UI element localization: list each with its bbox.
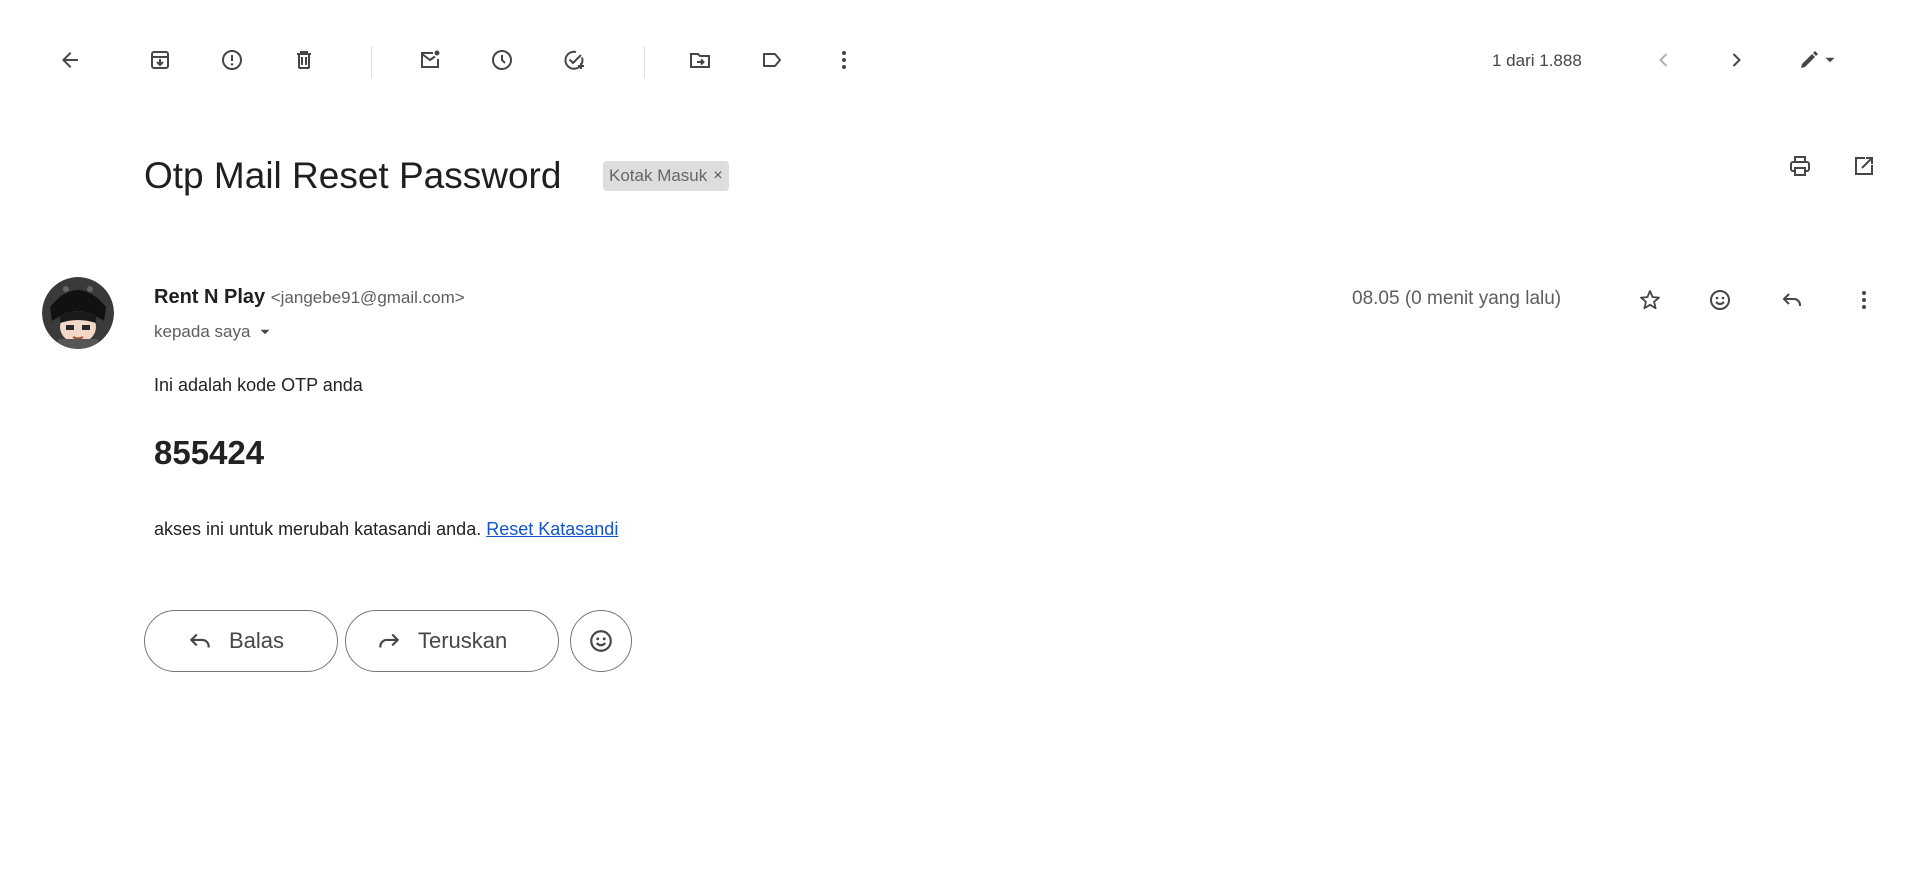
sender-info: Rent N Play <jangebe91@gmail.com>: [154, 286, 465, 309]
star-icon: [1640, 290, 1660, 310]
message-more-button[interactable]: [1842, 278, 1886, 322]
input-tools-button[interactable]: [1782, 38, 1854, 82]
delete-button[interactable]: [282, 38, 326, 82]
open-in-new-icon: [1855, 157, 1873, 175]
recipient-details[interactable]: kepada saya: [154, 322, 274, 342]
chevron-left-icon: [1659, 53, 1668, 67]
emoji-icon: [1710, 290, 1730, 310]
toolbar-divider: [371, 46, 372, 78]
email-subject: Otp Mail Reset Password: [144, 155, 562, 196]
archive-button[interactable]: [138, 38, 182, 82]
footer-text: akses ini untuk merubah katasandi anda.: [154, 519, 482, 539]
sender-name[interactable]: Rent N Play: [154, 286, 265, 308]
add-task-icon: [564, 50, 584, 70]
reply-button[interactable]: Balas: [144, 610, 338, 672]
back-button[interactable]: [48, 38, 92, 82]
add-task-button[interactable]: [552, 38, 596, 82]
caret-down-icon: [1825, 57, 1835, 63]
move-to-button[interactable]: [678, 38, 722, 82]
reply-icon: [189, 633, 210, 648]
more-options-button[interactable]: [822, 38, 866, 82]
email-date: 08.05 (0 menit yang lalu): [1352, 288, 1562, 309]
open-new-window-button[interactable]: [1842, 144, 1886, 188]
report-spam-button[interactable]: [210, 38, 254, 82]
more-vert-icon: [1862, 291, 1866, 309]
emoji-icon: [590, 630, 612, 652]
reply-button-label: Balas: [229, 628, 285, 653]
print-button[interactable]: [1778, 144, 1822, 188]
message-count: 1 dari 1.888: [1492, 51, 1582, 70]
newer-button[interactable]: [1642, 38, 1686, 82]
snooze-button[interactable]: [480, 38, 524, 82]
reply-icon-button[interactable]: [1770, 278, 1814, 322]
more-vert-icon: [842, 51, 846, 69]
chevron-right-icon: [1732, 53, 1741, 67]
reply-icon: [1782, 293, 1801, 306]
print-icon: [1790, 156, 1810, 176]
emoji-reaction-button[interactable]: [570, 610, 632, 672]
label-chip-text: Kotak Masuk: [609, 166, 708, 185]
email-footer: akses ini untuk merubah katasandi anda. …: [154, 519, 618, 540]
email-intro: Ini adalah kode OTP anda: [154, 375, 363, 395]
label-icon: [763, 53, 781, 67]
otp-code: 855424: [154, 434, 265, 471]
email-view: 1 dari 1.888 Otp Mail Reset Password Kot…: [10, 30, 1930, 883]
recipient-text: kepada saya: [154, 322, 251, 341]
pen-icon: [1801, 51, 1818, 68]
caret-down-icon: [260, 329, 270, 335]
add-reaction-button[interactable]: [1698, 278, 1742, 322]
back-arrow-icon: [62, 52, 78, 68]
avatar[interactable]: [42, 277, 114, 349]
toolbar: 1 dari 1.888: [10, 30, 1930, 90]
archive-icon: [151, 51, 169, 69]
reset-password-link[interactable]: Reset Katasandi: [486, 519, 618, 539]
snooze-icon: [492, 50, 512, 70]
remove-label-icon[interactable]: ×: [713, 167, 722, 185]
older-button[interactable]: [1714, 38, 1758, 82]
forward-button-label: Teruskan: [418, 628, 508, 653]
mark-unread-button[interactable]: [408, 38, 452, 82]
forward-icon: [379, 633, 400, 648]
move-to-icon: [690, 53, 710, 68]
star-button[interactable]: [1628, 278, 1672, 322]
report-spam-icon: [222, 50, 242, 70]
delete-icon: [297, 51, 311, 69]
avatar-image: [42, 277, 114, 349]
sender-email: <jangebe91@gmail.com>: [270, 288, 465, 307]
forward-button[interactable]: Teruskan: [345, 610, 559, 672]
toolbar-divider: [644, 46, 645, 78]
label-button[interactable]: [750, 38, 794, 82]
label-chip[interactable]: Kotak Masuk ×: [603, 161, 729, 191]
mark-unread-icon: [421, 50, 440, 68]
